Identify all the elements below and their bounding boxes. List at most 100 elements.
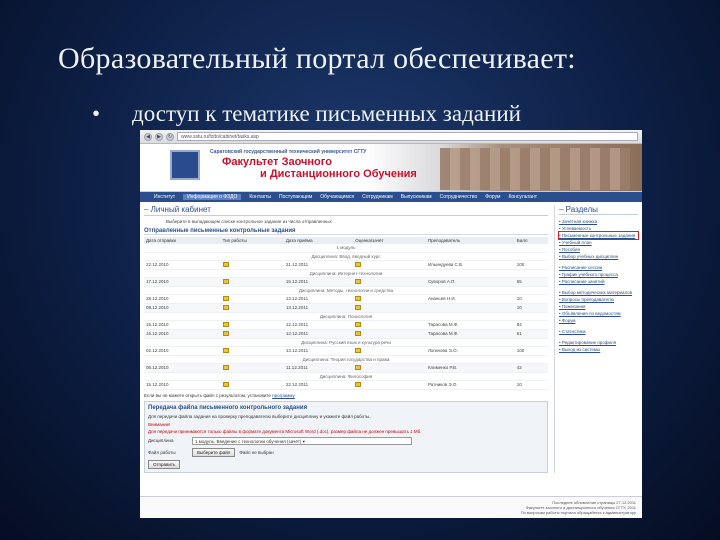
- file-download-icon[interactable]: [355, 381, 362, 387]
- sidebar-item[interactable]: • Выход из системы: [559, 346, 638, 353]
- faculty-name-line2: и Дистанционного Обучения: [260, 168, 417, 180]
- sidebar-item[interactable]: • Выбор учебных дисциплин: [559, 253, 638, 260]
- file-download-icon[interactable]: [222, 278, 229, 284]
- file-download-icon[interactable]: [222, 381, 229, 387]
- sidebar: – Разделы • Зачётная книжка • Успеваемост…: [554, 205, 639, 473]
- table-group-row: Дисциплина: Теория государства и права: [144, 355, 548, 364]
- warning-title: Внимание!: [148, 421, 171, 427]
- table-cell: 65: [514, 277, 548, 287]
- menu-item[interactable]: Выпускникам: [401, 194, 432, 200]
- table-cell: [220, 277, 284, 287]
- sidebar-item[interactable]: • Письменные контрольные задания: [558, 231, 639, 240]
- browse-file-button[interactable]: Выберите файл: [192, 447, 236, 457]
- table-cell: [353, 380, 426, 390]
- file-download-icon[interactable]: [222, 261, 229, 267]
- file-download-icon[interactable]: [222, 347, 229, 353]
- table-cell: 61: [514, 329, 548, 339]
- column-header[interactable]: Дата отправки: [144, 237, 221, 244]
- table-cell: [220, 294, 284, 304]
- sidebar-item[interactable]: • Редактирование профиля: [559, 339, 638, 346]
- main-content: – Личный кабинет Выберите в выпадающем с…: [144, 205, 554, 473]
- column-header[interactable]: Балл: [514, 237, 548, 244]
- forward-arrow-icon[interactable]: ▶: [155, 132, 163, 141]
- form-help: Для передачи файла задания на проверку п…: [148, 413, 371, 419]
- send-button[interactable]: Отправить: [148, 459, 181, 469]
- table-cell: [220, 303, 284, 313]
- warning-text: Для передачи принимаются только файлы в …: [148, 428, 422, 434]
- table-row: 15.12.2010 22.12.2011 Ратников Э.О. 10: [144, 380, 548, 390]
- table-cell: Ратников Э.О.: [425, 380, 515, 390]
- column-header[interactable]: Дата приёма: [283, 237, 354, 244]
- table-cell: 17.12.2010: [144, 277, 221, 287]
- table-row: 15.12.2010 12.12.2011 Тарасова М.Ф. 84: [144, 320, 548, 330]
- table-cell: Ананьев Н.И.: [425, 294, 515, 304]
- menu-item[interactable]: Консультант: [508, 194, 537, 200]
- table-cell: [353, 346, 426, 356]
- menu-item[interactable]: Форум: [485, 194, 500, 200]
- file-download-icon[interactable]: [355, 364, 362, 370]
- file-download-icon[interactable]: [222, 330, 229, 336]
- file-download-icon[interactable]: [222, 295, 229, 301]
- table-cell: 10: [514, 303, 548, 313]
- table-cell: 10: [514, 380, 548, 390]
- sidebar-item[interactable]: • Объявления по ведомостям: [559, 310, 638, 317]
- menu-item[interactable]: Поступающим: [279, 194, 312, 200]
- sidebar-item[interactable]: • Выбор методических материалов: [559, 289, 638, 296]
- sidebar-item[interactable]: • Статистика: [559, 328, 638, 335]
- file-download-icon[interactable]: [355, 347, 362, 353]
- file-download-icon[interactable]: [222, 304, 229, 310]
- table-cell: 21.12.2011: [283, 260, 354, 270]
- section-title: – Личный кабинет: [144, 205, 548, 216]
- menu-item[interactable]: Информация о ФЗДО: [183, 194, 242, 200]
- menu-item[interactable]: Сотрудникам: [362, 194, 393, 200]
- sidebar-item[interactable]: • Зачётная книжка: [559, 218, 638, 225]
- sidebar-item[interactable]: • Форум: [559, 317, 638, 324]
- table-cell: [353, 260, 426, 270]
- table-cell: 15.12.2010: [144, 320, 221, 330]
- table-cell: 100: [514, 260, 548, 270]
- group-label: Дисциплина: Русский язык и культура речи: [144, 338, 548, 347]
- group-label: Дисциплина: Философия: [144, 372, 548, 381]
- menu-item[interactable]: Обучающимся: [320, 194, 354, 200]
- sidebar-item[interactable]: • Вопросы преподавателю: [559, 296, 638, 303]
- sidebar-item[interactable]: • Успеваемость: [559, 225, 638, 232]
- upload-form: Передача файла письменного контрольного …: [144, 400, 548, 473]
- back-arrow-icon[interactable]: ◀: [144, 132, 152, 141]
- table-cell: 42: [514, 363, 548, 373]
- table-cell: 12.12.2011: [283, 320, 354, 330]
- note-link[interactable]: программу: [272, 393, 295, 398]
- reload-icon[interactable]: ↻: [166, 132, 174, 141]
- table-group-row: Дисциплина: Ввод, вводный курс: [144, 252, 548, 261]
- file-download-icon[interactable]: [355, 321, 362, 327]
- tasks-table: Дата отправки Тип работы Дата приёма Оценка…: [144, 237, 548, 390]
- sidebar-item[interactable]: • Пособия: [559, 246, 638, 253]
- table-cell: [220, 260, 284, 270]
- file-download-icon[interactable]: [355, 295, 362, 301]
- discipline-select[interactable]: 1 модуль, Введение с технологии обучения…: [192, 436, 412, 445]
- file-download-icon[interactable]: [355, 330, 362, 336]
- column-header[interactable]: Оценка/зачёт: [353, 237, 426, 244]
- university-name: Саратовский государственный технический …: [210, 149, 367, 155]
- file-download-icon[interactable]: [222, 321, 229, 327]
- sidebar-item[interactable]: • Пожелания: [559, 303, 638, 310]
- sidebar-item[interactable]: • Расписание сессии: [559, 264, 638, 271]
- column-header[interactable]: Тип работы: [220, 237, 284, 244]
- file-download-icon[interactable]: [355, 261, 362, 267]
- group-label: Дисциплина: Методы, технологии и средств…: [144, 286, 548, 295]
- file-download-icon[interactable]: [355, 278, 362, 284]
- sidebar-item[interactable]: • График учебного процесса: [559, 271, 638, 278]
- table-cell: Клименко Р.В.: [425, 363, 515, 373]
- column-header[interactable]: Преподаватель: [425, 237, 515, 244]
- file-download-icon[interactable]: [222, 364, 229, 370]
- table-cell: [353, 294, 426, 304]
- sidebar-item[interactable]: • Учебный план: [559, 239, 638, 246]
- menu-item[interactable]: Институт: [154, 194, 175, 200]
- bullet-text: доступ к тематике письменных заданий: [132, 101, 521, 126]
- sidebar-item[interactable]: • Расписание занятий: [559, 278, 638, 285]
- file-download-icon[interactable]: [355, 304, 362, 310]
- table-row: 17.12.2010 15.12.2011 Суворов А.П. 65: [144, 277, 548, 287]
- address-bar[interactable]: www.sstu.ru/fzdo/cabinet/tasks.asp: [177, 132, 638, 141]
- menu-item[interactable]: Контакты: [249, 194, 271, 200]
- group-label: Дисциплина: Теория государства и права: [144, 355, 548, 364]
- menu-item[interactable]: Сотрудничество: [440, 194, 478, 200]
